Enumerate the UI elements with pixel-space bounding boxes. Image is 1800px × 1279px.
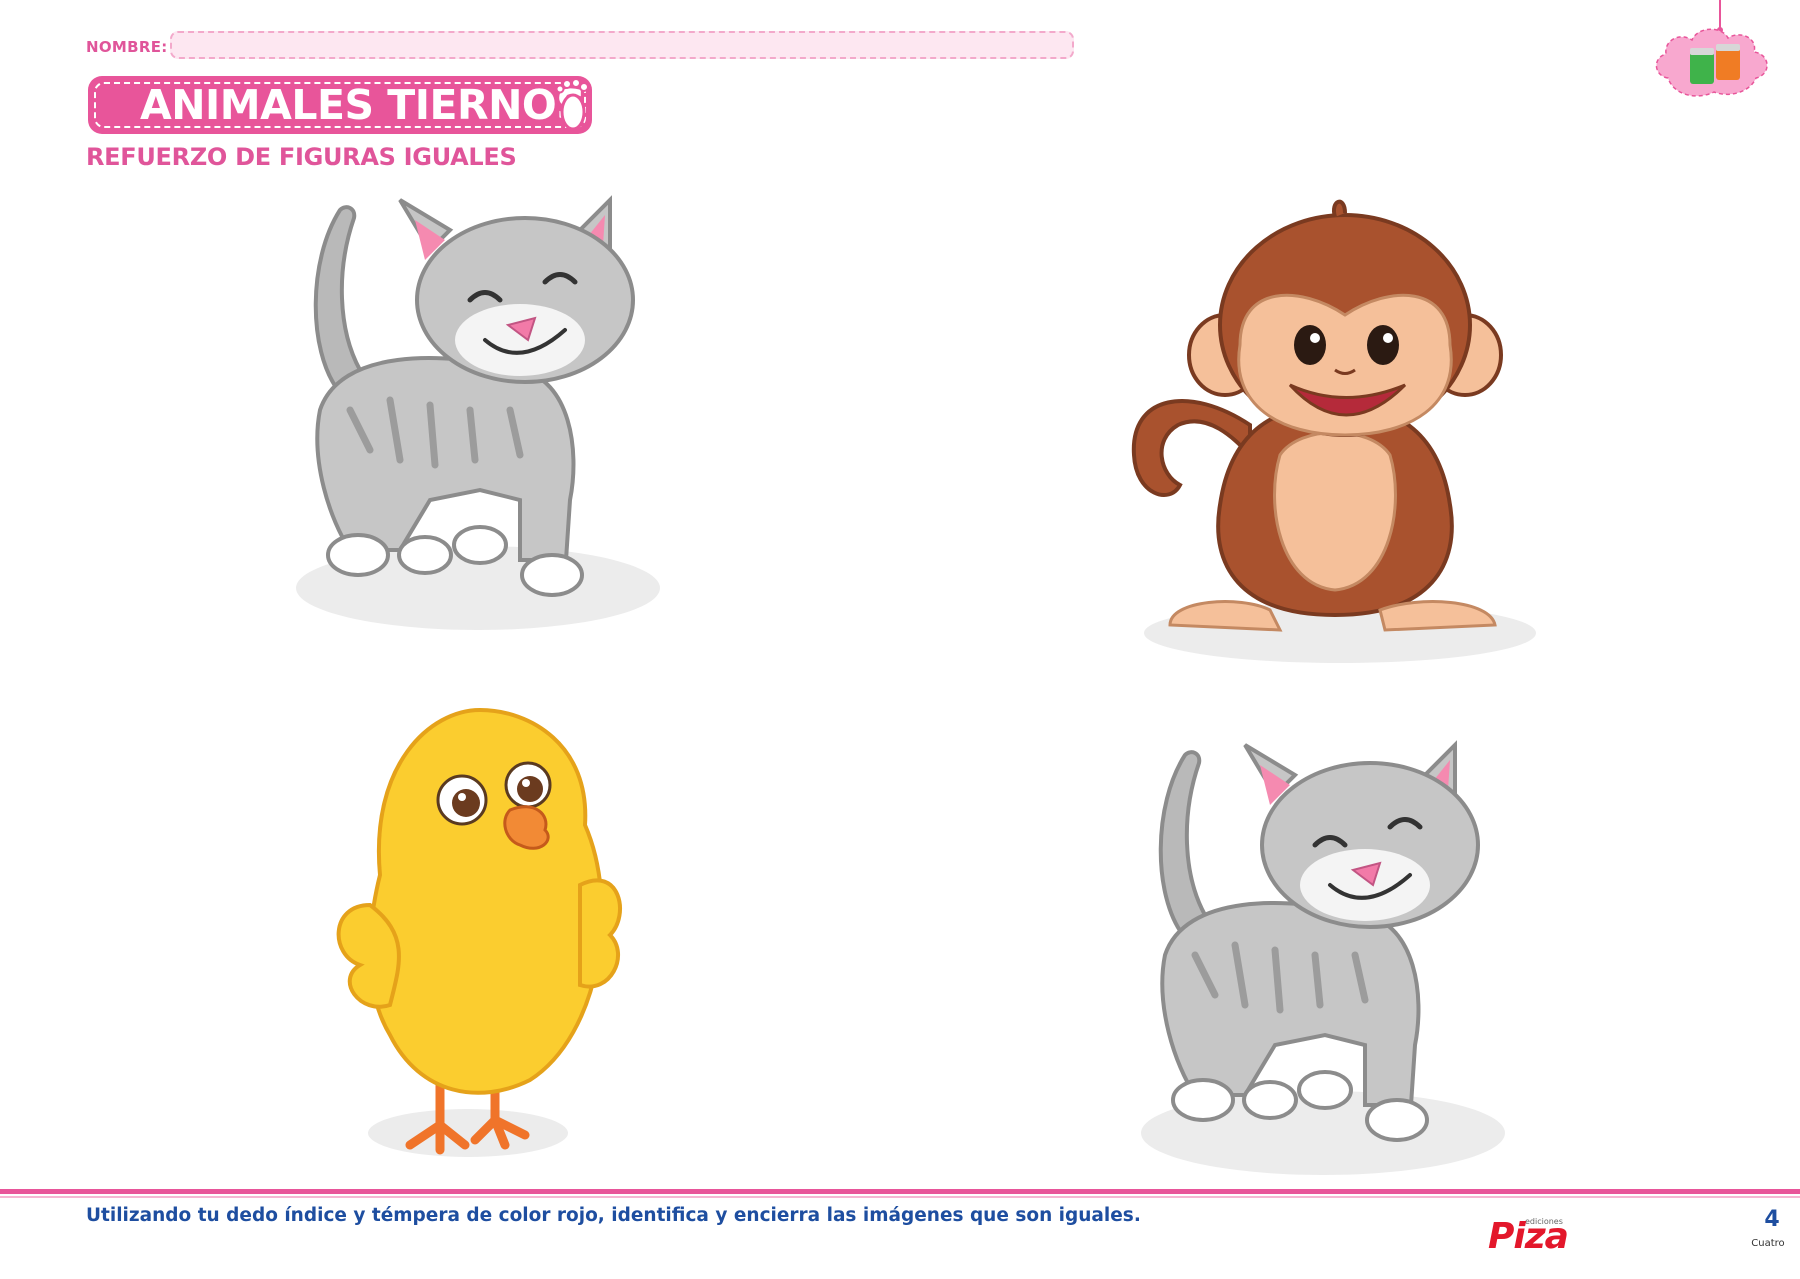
publisher-logo: Piza — [1488, 1216, 1569, 1257]
name-field[interactable] — [170, 31, 1074, 59]
page-subtitle: REFUERZO DE FIGURAS IGUALES — [86, 143, 517, 171]
monkey-figure[interactable] — [1130, 199, 1550, 675]
page-number-word: Cuatro — [1751, 1238, 1785, 1249]
paint-cloud-icon — [1655, 0, 1768, 97]
footprint-right-icon — [555, 78, 589, 131]
page-title: ANIMALES TIERNOS — [140, 81, 586, 129]
page-number: 4 — [1764, 1207, 1780, 1232]
kitten-figure-2[interactable] — [1125, 740, 1525, 1185]
footer-divider — [0, 1189, 1800, 1194]
footer-divider-thin — [0, 1196, 1800, 1198]
name-label: NOMBRE: — [86, 38, 168, 56]
kitten-figure-1[interactable] — [280, 195, 680, 640]
chick-figure[interactable] — [330, 705, 630, 1157]
instruction-text: Utilizando tu dedo índice y témpera de c… — [86, 1205, 1141, 1226]
